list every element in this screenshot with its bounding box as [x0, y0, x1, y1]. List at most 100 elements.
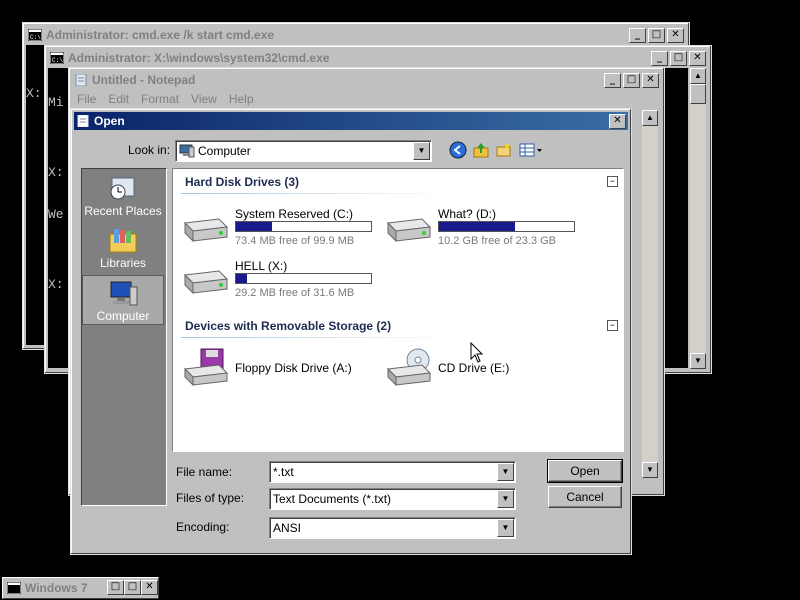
scroll-up-button[interactable]: ▲ — [690, 68, 706, 84]
place-label: Recent Places — [84, 204, 162, 218]
look-in-label: Look in: — [128, 143, 171, 157]
drive-free-space: 29.2 MB free of 31.6 MB — [235, 287, 355, 299]
place-label: Computer — [96, 309, 150, 323]
hard-drive-icon — [183, 270, 229, 295]
svg-text:C:\: C:\ — [30, 34, 41, 41]
encoding-value: ANSI — [273, 521, 302, 535]
close-button[interactable]: ✕ — [141, 580, 158, 595]
computer-icon — [179, 144, 195, 158]
drive-item-d[interactable]: What? (D:) 10.2 GB free of 23.3 GB — [382, 205, 582, 251]
up-folder-icon[interactable] — [472, 141, 490, 159]
look-in-dropdown[interactable]: Computer ▼ — [175, 140, 432, 162]
place-libraries[interactable]: Libraries — [82, 223, 164, 273]
menu-view[interactable]: View — [191, 92, 217, 106]
place-recent-places[interactable]: Recent Places — [82, 171, 164, 221]
maximize-button[interactable]: □ — [623, 72, 640, 88]
svg-text:C:\: C:\ — [52, 57, 63, 64]
file-type-value: Text Documents (*.txt) — [273, 492, 392, 506]
encoding-label: Encoding: — [176, 520, 230, 534]
minimize-button[interactable]: _ — [651, 50, 668, 66]
close-button[interactable]: ✕ — [642, 72, 659, 88]
group-divider — [181, 193, 451, 194]
menu-file[interactable]: File — [77, 92, 96, 106]
back-icon[interactable] — [449, 141, 467, 159]
close-button[interactable]: ✕ — [609, 113, 626, 129]
hard-drive-icon — [183, 218, 229, 243]
place-computer[interactable]: Computer — [82, 275, 164, 325]
open-dialog[interactable]: Open ✕ Look in: Computer ▼ Recent Places… — [70, 108, 632, 555]
hard-drive-icon — [386, 218, 432, 243]
maximize-button[interactable]: □ — [670, 50, 687, 66]
new-folder-icon[interactable] — [495, 141, 513, 159]
collapse-icon[interactable]: − — [607, 176, 618, 187]
cmd-window-1-title: Administrator: cmd.exe /k start cmd.exe — [46, 28, 275, 42]
group-header-hard-disks[interactable]: Hard Disk Drives (3) — [185, 175, 299, 189]
close-button[interactable]: ✕ — [667, 27, 684, 43]
cmd-icon: C:\ — [28, 29, 42, 41]
drive-item-x[interactable]: HELL (X:) 29.2 MB free of 31.6 MB — [179, 257, 379, 303]
file-type-select[interactable]: Text Documents (*.txt) ▼ — [269, 488, 516, 510]
look-in-value: Computer — [198, 144, 251, 158]
notepad-scrollbar[interactable]: ▲ ▼ — [642, 110, 658, 478]
cmd-window-2-titlebar[interactable]: C:\ Administrator: X:\windows\system32\c… — [48, 49, 708, 67]
encoding-select[interactable]: ANSI ▼ — [269, 517, 516, 539]
cmd-window-2-title: Administrator: X:\windows\system32\cmd.e… — [68, 51, 330, 65]
menu-format[interactable]: Format — [141, 92, 179, 106]
restore-button[interactable]: □ — [107, 580, 124, 595]
menu-edit[interactable]: Edit — [108, 92, 129, 106]
chevron-down-icon[interactable]: ▼ — [497, 519, 514, 537]
drive-usage-bar — [235, 221, 372, 232]
group-divider — [181, 337, 451, 338]
file-name-label: File name: — [176, 465, 233, 479]
drive-name: HELL (X:) — [235, 259, 288, 273]
drive-name: Floppy Disk Drive (A:) — [235, 361, 352, 375]
file-list-view[interactable]: Hard Disk Drives (3) − System Reserved (… — [172, 168, 624, 452]
minimized-window-title: Windows 7 — [25, 581, 88, 595]
libraries-icon — [109, 229, 137, 253]
menu-help[interactable]: Help — [229, 92, 254, 106]
open-dialog-titlebar[interactable]: Open ✕ — [74, 112, 628, 130]
maximize-button[interactable]: □ — [124, 580, 141, 595]
drive-usage-bar — [438, 221, 575, 232]
cancel-button[interactable]: Cancel — [548, 486, 622, 508]
drive-free-space: 73.4 MB free of 99.9 MB — [235, 235, 355, 247]
views-menu-icon[interactable] — [518, 141, 544, 159]
drive-free-space: 10.2 GB free of 23.3 GB — [438, 235, 557, 247]
collapse-icon[interactable]: − — [607, 320, 618, 331]
file-name-value: *.txt — [273, 465, 294, 479]
drive-usage-fill — [236, 274, 247, 283]
cmd-icon — [7, 582, 21, 594]
chevron-down-icon[interactable]: ▼ — [497, 490, 514, 508]
cd-drive-icon — [386, 348, 432, 387]
file-name-input[interactable]: *.txt ▼ — [269, 461, 516, 483]
cmd-window-1-titlebar[interactable]: C:\ Administrator: cmd.exe /k start cmd.… — [26, 26, 686, 44]
minimize-button[interactable]: _ — [629, 27, 646, 43]
chevron-down-icon[interactable]: ▼ — [497, 463, 514, 481]
notepad-titlebar[interactable]: Untitled - Notepad _ □ ✕ — [72, 71, 661, 89]
notepad-menubar: File Edit Format View Help — [77, 92, 254, 106]
notepad-title: Untitled - Notepad — [92, 73, 196, 87]
chevron-down-icon[interactable]: ▼ — [413, 142, 430, 160]
cmd-window-2-scrollbar[interactable]: ▲ ▼ — [690, 68, 706, 369]
drive-usage-fill — [439, 222, 515, 231]
notepad-icon — [77, 115, 89, 127]
recent-places-icon — [110, 177, 135, 200]
scroll-down-button[interactable]: ▼ — [642, 462, 658, 478]
drive-usage-fill — [236, 222, 273, 231]
scroll-down-button[interactable]: ▼ — [690, 353, 706, 369]
minimize-button[interactable]: _ — [604, 72, 621, 88]
cmd-icon: C:\ — [50, 52, 64, 64]
group-header-removable[interactable]: Devices with Removable Storage (2) — [185, 319, 391, 333]
open-button[interactable]: Open — [547, 459, 623, 483]
mouse-cursor-icon — [470, 342, 484, 363]
drive-item-a[interactable]: Floppy Disk Drive (A:) — [179, 345, 379, 391]
scroll-up-button[interactable]: ▲ — [642, 110, 658, 126]
scroll-thumb[interactable] — [690, 84, 706, 104]
minimized-window[interactable]: Windows 7 □ □ ✕ — [2, 577, 159, 599]
notepad-icon — [75, 74, 87, 86]
place-label: Libraries — [99, 256, 147, 270]
drive-item-c[interactable]: System Reserved (C:) 73.4 MB free of 99.… — [179, 205, 379, 251]
open-dialog-title: Open — [94, 114, 125, 128]
close-button[interactable]: ✕ — [689, 50, 706, 66]
maximize-button[interactable]: □ — [648, 27, 665, 43]
